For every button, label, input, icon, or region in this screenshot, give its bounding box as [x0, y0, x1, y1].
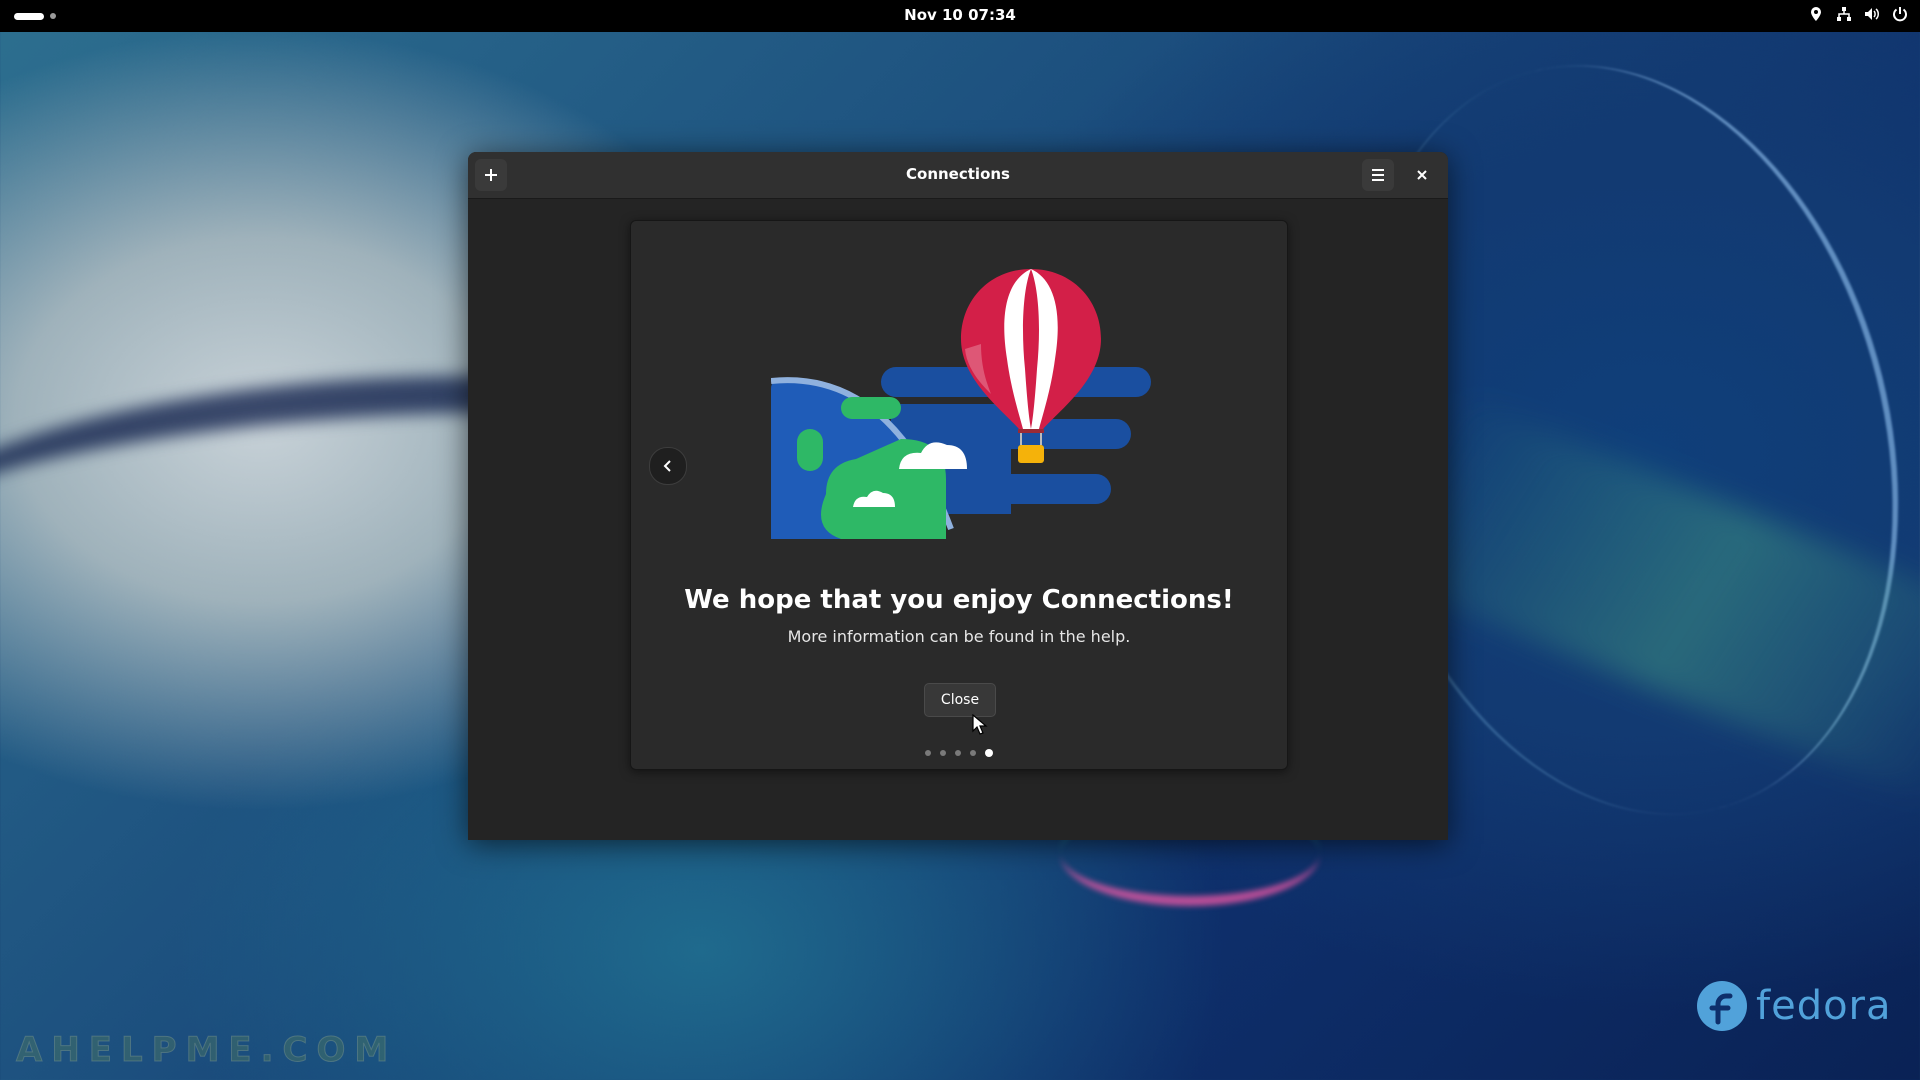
hamburger-menu-icon: [1372, 169, 1384, 181]
mouse-cursor-icon: [972, 714, 988, 735]
connections-window: Connections We hope that you enjoy Conne…: [468, 152, 1448, 840]
page-indicator: [631, 749, 1287, 757]
top-bar: Nov 10 07:34: [0, 0, 1920, 32]
power-icon: [1893, 7, 1907, 22]
balloon-illustration: [771, 269, 1151, 539]
welcome-subtext: More information can be found in the hel…: [787, 627, 1131, 646]
page-dot-active[interactable]: [985, 749, 993, 757]
page-dot[interactable]: [970, 750, 976, 756]
chevron-left-icon: [663, 460, 671, 472]
page-dot[interactable]: [940, 750, 946, 756]
window-close-button[interactable]: [1408, 161, 1436, 189]
fedora-logo-text: fedora: [1756, 983, 1892, 1029]
fedora-logo: fedora: [1696, 980, 1892, 1032]
page-dot[interactable]: [955, 750, 961, 756]
close-button[interactable]: Close: [924, 683, 996, 717]
header-bar: Connections: [468, 152, 1448, 199]
watermark: AHELPME.COM: [15, 1030, 398, 1071]
window-title: Connections: [906, 165, 1010, 183]
volume-icon: [1865, 8, 1879, 20]
close-icon: [1417, 170, 1427, 180]
fedora-logo-icon: [1697, 981, 1747, 1031]
welcome-headline: We hope that you enjoy Connections!: [684, 585, 1234, 615]
location-icon: [1811, 7, 1821, 21]
main-menu-button[interactable]: [1362, 159, 1394, 191]
welcome-dialog: We hope that you enjoy Connections! More…: [630, 220, 1288, 770]
page-dot[interactable]: [925, 750, 931, 756]
network-icon: [1837, 7, 1851, 21]
previous-page-button[interactable]: [649, 447, 687, 485]
system-tray[interactable]: [1808, 6, 1908, 22]
clock[interactable]: Nov 10 07:34: [0, 6, 1920, 24]
